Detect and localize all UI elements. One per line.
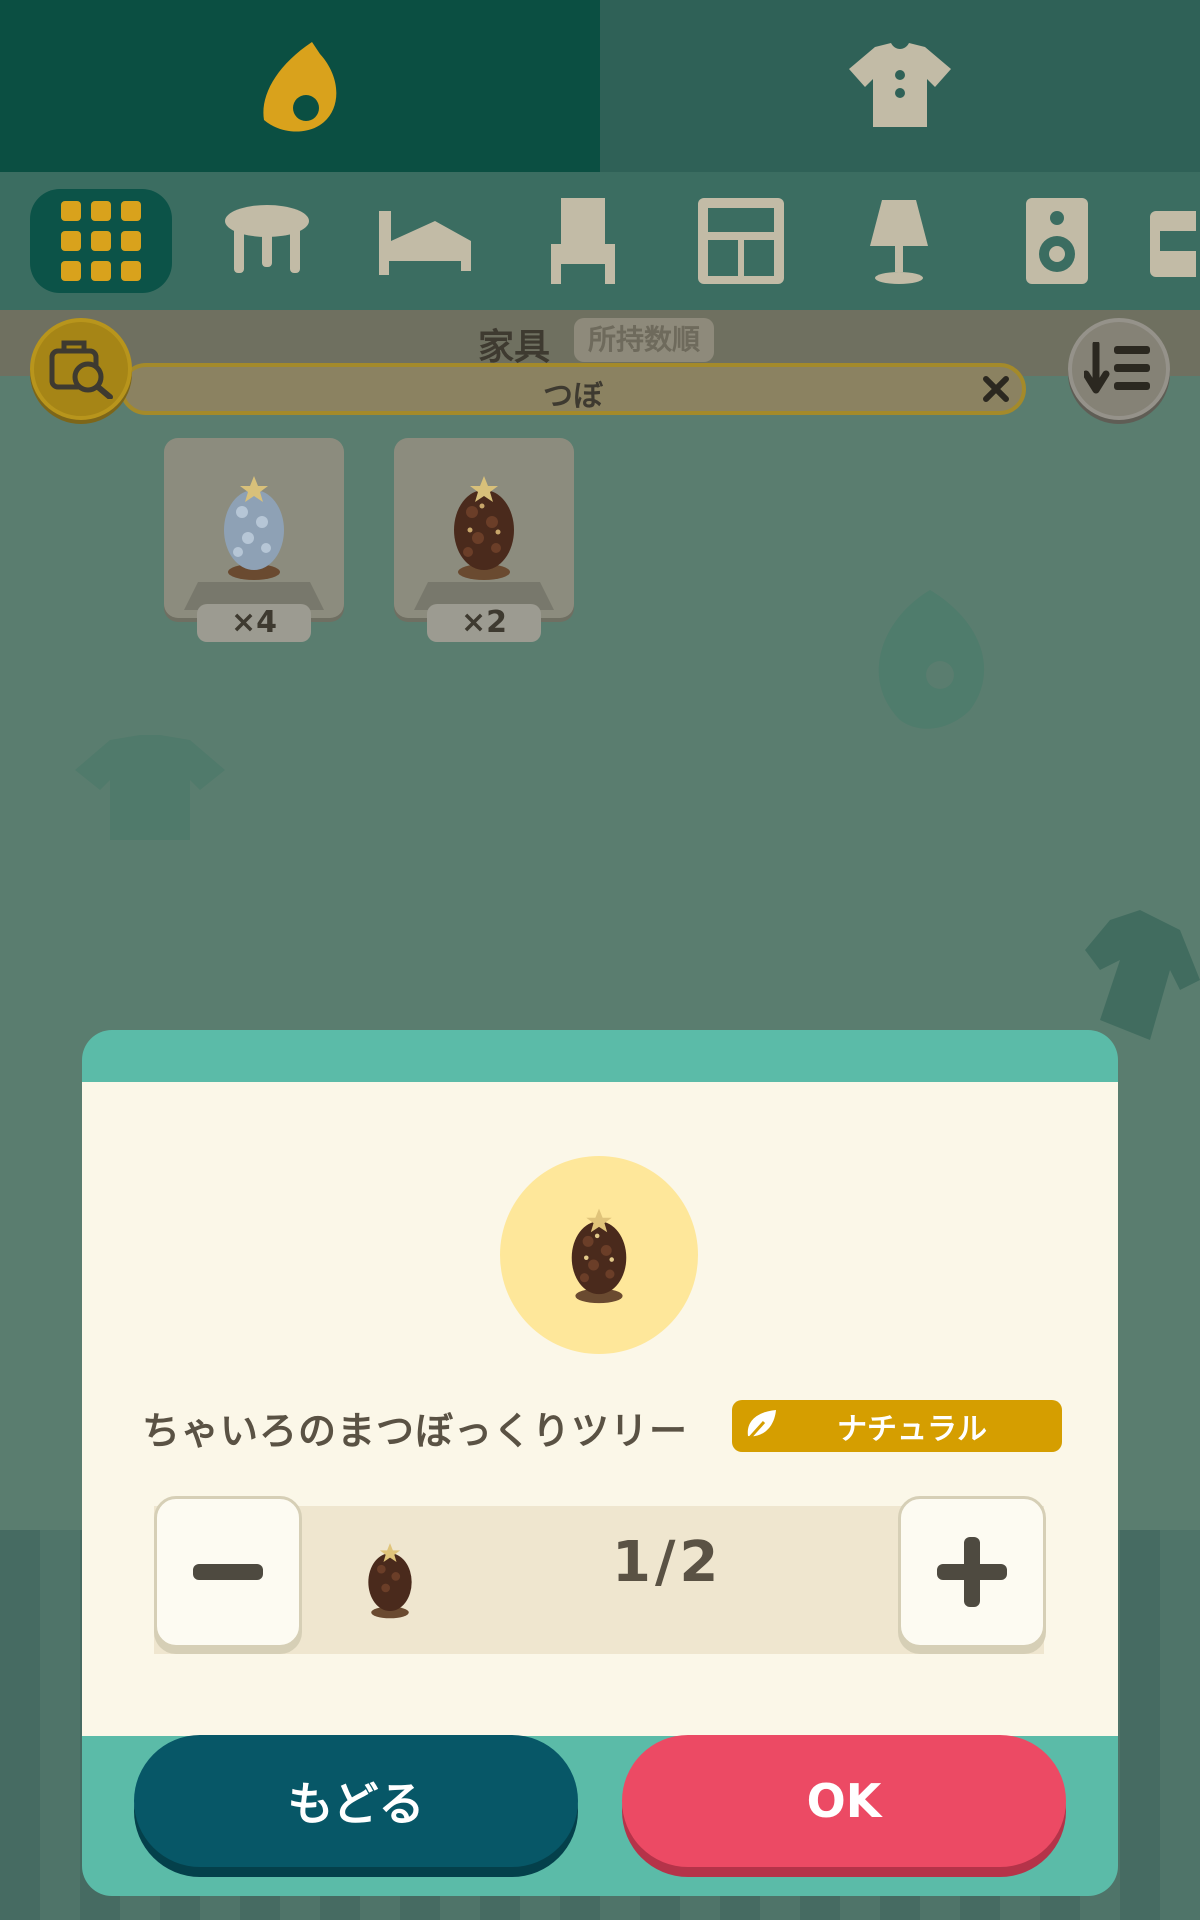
top-tab-bar bbox=[0, 0, 1200, 172]
chair-icon bbox=[551, 198, 615, 284]
decrease-button[interactable] bbox=[154, 1496, 302, 1648]
item-preview bbox=[500, 1156, 698, 1354]
tab-clothing[interactable] bbox=[600, 0, 1200, 172]
tab-furniture[interactable] bbox=[0, 0, 600, 172]
pinecone-tree-icon bbox=[571, 1208, 627, 1304]
search-query: つぼ bbox=[543, 379, 603, 414]
theme-label: ナチュラル bbox=[837, 1412, 987, 1447]
counter-icon bbox=[1150, 211, 1196, 277]
search-input[interactable]: つぼ bbox=[120, 363, 1026, 415]
category-counters[interactable] bbox=[1136, 189, 1200, 293]
shirt-icon bbox=[849, 43, 951, 127]
item-count-value: 2 bbox=[486, 605, 507, 640]
bookshelf-icon bbox=[698, 198, 784, 284]
shirt-decoration-icon bbox=[75, 735, 225, 840]
category-bar bbox=[0, 172, 1200, 310]
leaf-icon bbox=[263, 42, 337, 132]
pinecone-tree-icon bbox=[224, 476, 284, 580]
sort-button[interactable] bbox=[1068, 318, 1170, 420]
quantity-value: 1/2 bbox=[612, 1530, 723, 1595]
bed-icon bbox=[379, 211, 471, 275]
grid-icon bbox=[61, 201, 141, 281]
item-dialog: ちゃいろのまつぼっくりツリー ナチュラル 1/2 もどる OK bbox=[82, 1030, 1118, 1896]
speaker-icon bbox=[1026, 198, 1088, 284]
theme-badge: ナチュラル bbox=[732, 1400, 1062, 1452]
minus-icon bbox=[193, 1564, 263, 1580]
close-icon bbox=[983, 376, 1009, 402]
search-button[interactable] bbox=[30, 318, 132, 420]
clear-search-button[interactable] bbox=[976, 369, 1016, 409]
dialog-body: ちゃいろのまつぼっくりツリー ナチュラル 1/2 bbox=[82, 1082, 1118, 1736]
category-all[interactable] bbox=[30, 189, 172, 293]
search-bag-icon bbox=[49, 340, 113, 399]
pinecone-tree-icon bbox=[368, 1543, 412, 1619]
item-name: ちゃいろのまつぼっくりツリー bbox=[142, 1409, 689, 1453]
category-beds[interactable] bbox=[346, 189, 504, 293]
item-card[interactable] bbox=[394, 438, 574, 618]
item-count: ×4 bbox=[197, 604, 311, 642]
pinecone-tree-icon bbox=[454, 476, 514, 580]
ok-button[interactable]: OK bbox=[622, 1735, 1066, 1867]
category-storage[interactable] bbox=[662, 189, 820, 293]
table-icon bbox=[225, 205, 309, 273]
leaf-decoration-icon bbox=[878, 590, 985, 729]
back-button[interactable]: もどる bbox=[134, 1735, 578, 1867]
plus-icon bbox=[937, 1537, 1007, 1607]
sort-icon bbox=[1084, 342, 1150, 394]
category-lights[interactable] bbox=[820, 189, 978, 293]
item-count: ×2 bbox=[427, 604, 541, 642]
item-count-value: 4 bbox=[256, 605, 277, 640]
theme-leaf-icon bbox=[732, 1406, 792, 1446]
category-tables[interactable] bbox=[188, 189, 346, 293]
category-chairs[interactable] bbox=[504, 189, 662, 293]
lamp-icon bbox=[870, 200, 928, 284]
item-card[interactable] bbox=[164, 438, 344, 618]
increase-button[interactable] bbox=[898, 1496, 1046, 1648]
category-audio[interactable] bbox=[978, 189, 1136, 293]
shirt-decoration-icon bbox=[1085, 910, 1200, 1040]
sort-mode-label: 所持数順 bbox=[574, 318, 715, 362]
